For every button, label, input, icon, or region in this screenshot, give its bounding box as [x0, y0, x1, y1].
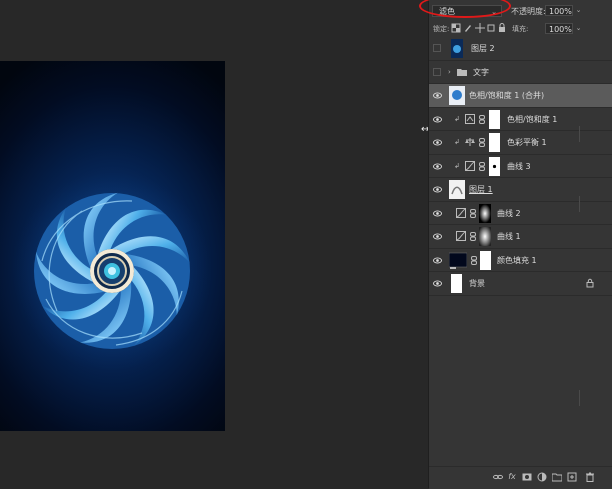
layer-name: 图层 1	[469, 185, 493, 194]
layers-bottom-toolbar: fx	[429, 466, 612, 489]
layer-name: 曲线 3	[507, 161, 531, 171]
lock-icon[interactable]	[585, 278, 595, 288]
blend-opacity-row: 滤色 ⌄ 不透明度: 100% ⌄	[419, 0, 612, 22]
layers-list: 图层 2 › 文字 色相/饱和度 1 (合并) ↲ 色相/饱和度 1 ↲ 色彩平…	[429, 37, 612, 296]
layer-thumbnail	[449, 180, 465, 199]
layer-mask-thumbnail[interactable]	[489, 156, 500, 176]
layer-row[interactable]: 颜色填充 1	[429, 249, 612, 272]
layer-row[interactable]: 图层 1	[429, 178, 612, 202]
lock-label: 锁定:	[433, 25, 450, 33]
canvas-area[interactable]: ↔	[0, 0, 429, 488]
layers-panel: 滤色 ⌄ 不透明度: 100% ⌄ 锁定: 填充: 100% ⌄ 图层 2 › …	[419, 0, 612, 489]
adjustment-icon[interactable]	[537, 472, 547, 482]
link-layers-icon[interactable]	[493, 472, 503, 482]
link-icon[interactable]	[479, 114, 485, 124]
layer-name: 颜色填充 1	[497, 255, 537, 265]
eye-icon[interactable]	[433, 185, 442, 194]
eye-icon[interactable]	[433, 138, 442, 147]
fill-chevron-icon[interactable]: ⌄	[574, 23, 583, 34]
link-icon[interactable]	[479, 138, 485, 147]
clip-arrow-icon: ↲	[454, 161, 460, 170]
eye-icon[interactable]	[433, 279, 442, 288]
layer-mask-thumbnail[interactable]	[480, 250, 491, 270]
layer-name: 文字	[473, 67, 489, 77]
layer-mask-thumbnail[interactable]	[479, 203, 491, 223]
layer-row[interactable]: 图层 2	[429, 37, 612, 61]
opacity-field[interactable]: 100%	[545, 5, 573, 16]
trash-icon[interactable]	[585, 472, 595, 482]
clip-arrow-icon: ↲	[454, 114, 460, 123]
eye-icon[interactable]	[433, 115, 442, 124]
layer-mask-thumbnail[interactable]	[489, 109, 500, 129]
layer-name: 曲线 2	[497, 208, 521, 218]
fx-icon[interactable]: fx	[507, 472, 517, 482]
layer-mask-thumbnail[interactable]	[489, 133, 500, 152]
lock-transparent-icon[interactable]	[451, 23, 461, 33]
layer-name: 色相/饱和度 1	[507, 114, 558, 124]
link-icon[interactable]	[470, 232, 476, 241]
add-mask-icon[interactable]	[522, 472, 532, 482]
layer-thumbnail	[449, 86, 465, 105]
layer-row[interactable]: › 文字	[429, 61, 612, 84]
hue-saturation-icon	[465, 113, 475, 124]
curves-icon	[456, 207, 466, 218]
swirl-artwork	[12, 171, 212, 371]
group-icon[interactable]	[552, 472, 562, 482]
layer-name: 色彩平衡 1	[507, 138, 547, 147]
layer-thumbnail	[451, 274, 462, 293]
layer-row[interactable]: ↲ 曲线 3	[429, 155, 612, 178]
layer-mask-thumbnail[interactable]	[479, 227, 491, 246]
layer-row[interactable]: 背景	[429, 272, 612, 296]
opacity-label: 不透明度:	[511, 7, 546, 16]
eye-icon[interactable]	[433, 162, 442, 171]
fill-label: 填充:	[512, 25, 529, 33]
lock-fill-row: 锁定: 填充: 100% ⌄	[429, 22, 612, 36]
visibility-toggle[interactable]	[433, 67, 441, 76]
clip-arrow-icon: ↲	[454, 138, 460, 146]
layer-row[interactable]: ↲ 色相/饱和度 1	[429, 108, 612, 131]
layer-thumbnail	[451, 39, 463, 58]
opacity-chevron-icon[interactable]: ⌄	[574, 5, 583, 16]
eye-icon[interactable]	[433, 209, 442, 218]
layer-row[interactable]: 曲线 2	[429, 202, 612, 225]
document-canvas[interactable]	[0, 61, 225, 431]
expand-arrow-icon[interactable]: ›	[448, 68, 451, 76]
fill-color-thumbnail	[449, 252, 467, 269]
eye-icon[interactable]	[433, 232, 442, 241]
color-balance-icon	[465, 138, 475, 146]
layer-row[interactable]: ↲ 色彩平衡 1	[429, 131, 612, 155]
visibility-toggle[interactable]	[433, 44, 441, 52]
lock-brush-icon[interactable]	[463, 23, 473, 33]
folder-icon	[457, 68, 467, 76]
layer-name: 色相/饱和度 1 (合并)	[469, 91, 545, 100]
eye-icon[interactable]	[433, 91, 442, 100]
new-layer-icon[interactable]	[567, 472, 577, 482]
lock-all-icon[interactable]	[497, 23, 507, 33]
curves-icon	[456, 231, 466, 241]
opacity-value: 100%	[549, 7, 572, 16]
layer-name: 曲线 1	[497, 232, 521, 241]
layer-name: 背景	[469, 279, 485, 288]
layer-row[interactable]: 色相/饱和度 1 (合并)	[429, 84, 612, 108]
eye-icon[interactable]	[433, 256, 442, 265]
scrollbar-tick	[579, 390, 580, 406]
fill-value: 100%	[549, 25, 572, 34]
lock-artboard-icon[interactable]	[486, 23, 496, 33]
curves-icon	[465, 160, 475, 171]
scrollbar-tick	[579, 126, 580, 142]
layer-row[interactable]: 曲线 1	[429, 225, 612, 249]
layer-name: 图层 2	[471, 44, 495, 53]
lock-move-icon[interactable]	[475, 23, 485, 33]
link-icon[interactable]	[479, 161, 485, 171]
link-icon[interactable]	[471, 255, 477, 265]
fill-field[interactable]: 100%	[545, 23, 573, 34]
link-icon[interactable]	[470, 208, 476, 218]
scrollbar-tick	[579, 196, 580, 212]
